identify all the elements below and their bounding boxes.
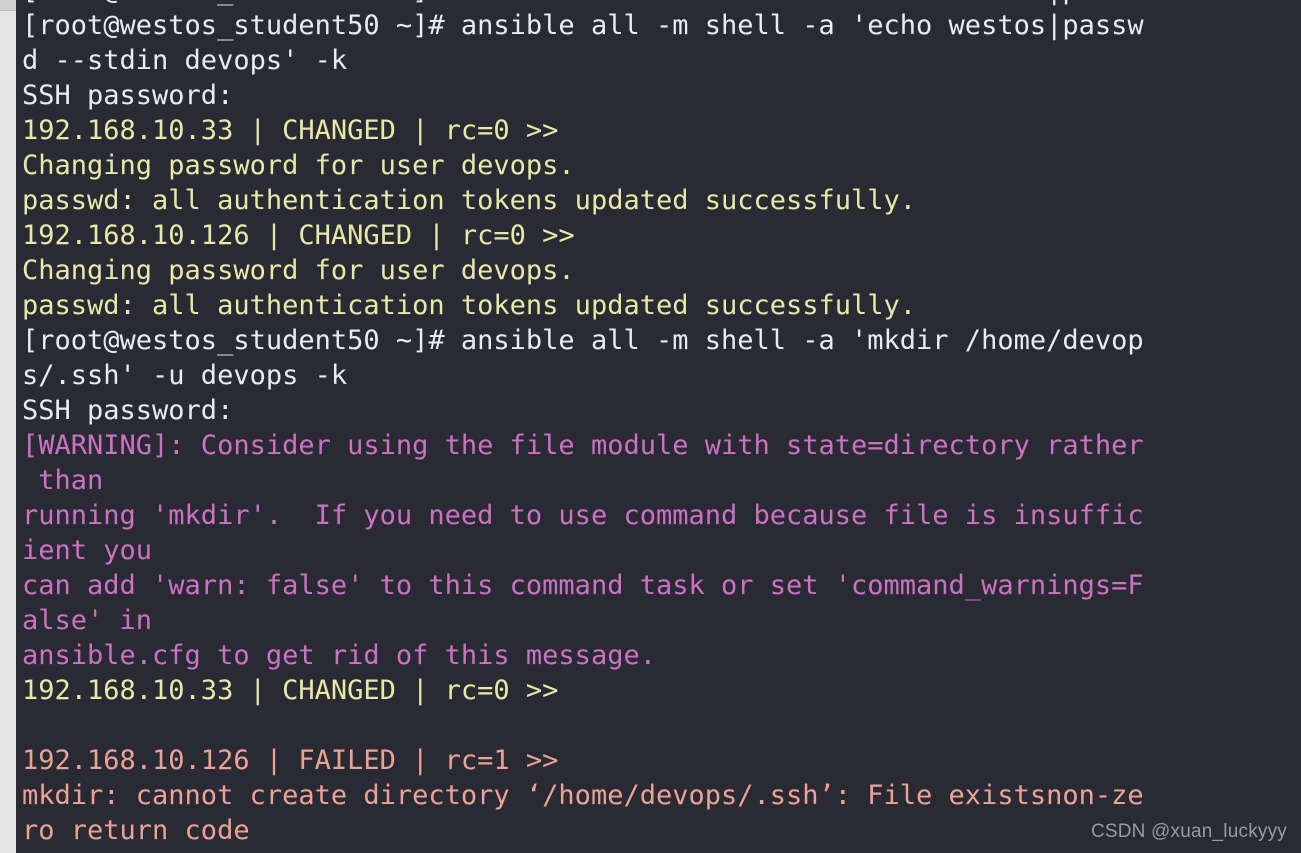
terminal-line: [WARNING]: Consider using the file modul…	[22, 430, 1144, 461]
scrollbar-thumb[interactable]	[0, 0, 16, 11]
terminal-line: Changing password for user devops.	[22, 255, 575, 286]
terminal-line: running 'mkdir'. If you need to use comm…	[22, 500, 1144, 531]
terminal-line: ro return code	[22, 815, 250, 846]
terminal-line: 192.168.10.126 | FAILED | rc=1 >>	[22, 745, 559, 776]
terminal-window[interactable]: [root@westos_student50 ~]# ansible all -…	[16, 0, 1301, 853]
terminal-line: alse' in	[22, 605, 153, 636]
terminal-line: SSH password:	[22, 80, 234, 111]
terminal-line: 192.168.10.33 | CHANGED | rc=0 >>	[22, 115, 559, 146]
terminal-line: 192.168.10.33 | CHANGED | rc=0 >>	[22, 675, 559, 706]
scrollbar-track[interactable]	[0, 0, 16, 853]
terminal-line: passwd: all authentication tokens update…	[22, 290, 917, 321]
terminal-line: [root@westos_student50 ~]# ansible all -…	[22, 848, 1301, 853]
terminal-line: [root@westos_student50 ~]# ansible all -…	[22, 10, 1144, 41]
terminal-line: ient you	[22, 535, 153, 566]
terminal-line: can add 'warn: false' to this command ta…	[22, 570, 1144, 601]
terminal-line: passwd: all authentication tokens update…	[22, 185, 917, 216]
terminal-line: [root@westos_student50 ~]# ansible all -…	[22, 0, 1301, 8]
terminal-line: [root@westos_student50 ~]# ansible all -…	[22, 325, 1144, 356]
terminal-line: d --stdin devops' -k	[22, 45, 348, 76]
terminal-line: s/.ssh' -u devops -k	[22, 360, 348, 391]
terminal-line: SSH password:	[22, 395, 234, 426]
terminal-line: ansible.cfg to get rid of this message.	[22, 640, 656, 671]
terminal-line: than	[22, 465, 104, 496]
terminal-line: mkdir: cannot create directory ‘/home/de…	[22, 780, 1144, 811]
terminal-output: [root@westos_student50 ~]# ansible all -…	[16, 0, 1301, 853]
terminal-line: 192.168.10.126 | CHANGED | rc=0 >>	[22, 220, 575, 251]
terminal-line: Changing password for user devops.	[22, 150, 575, 181]
